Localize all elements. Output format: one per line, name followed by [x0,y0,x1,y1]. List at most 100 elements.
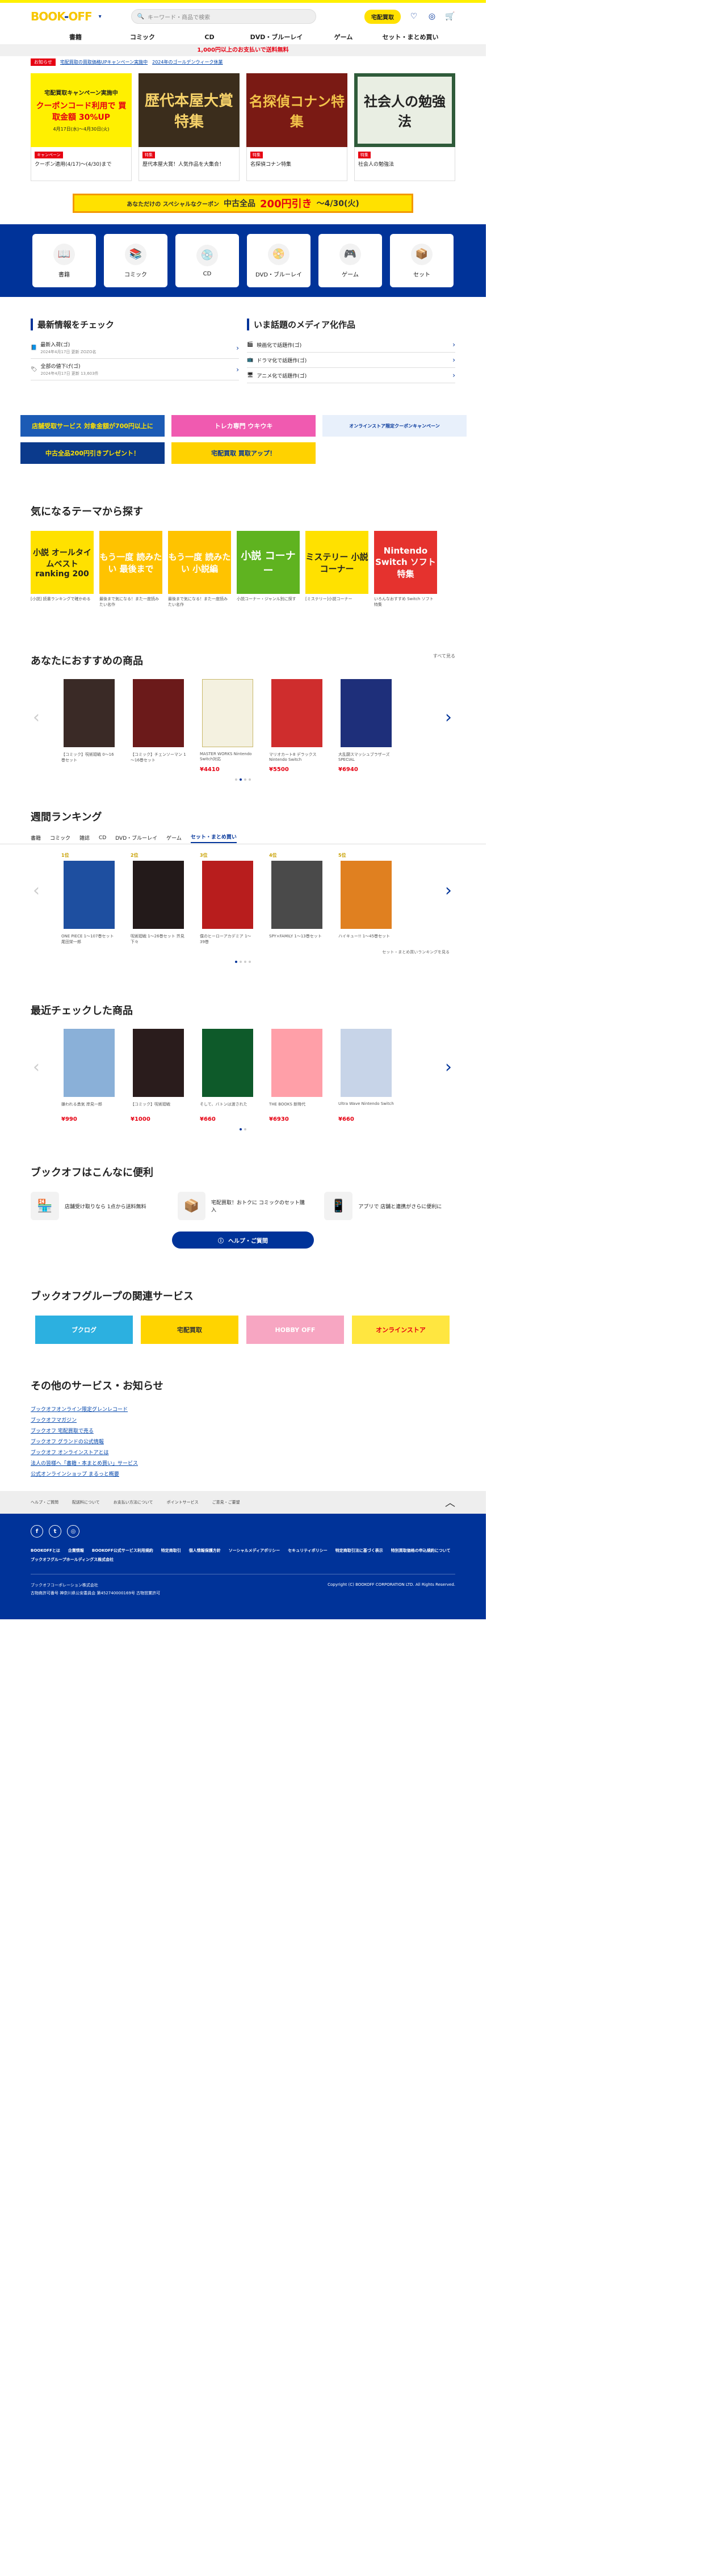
category-game[interactable]: 🎮 ゲーム [318,234,382,287]
chevron-left-icon[interactable]: ‹ [33,1057,40,1077]
gnav-dvd[interactable]: DVD・ブルーレイ [243,30,310,44]
chevron-left-icon[interactable]: ‹ [33,707,40,727]
product-card[interactable]: マリオカート8 デラックス Nintendo Switch ¥5500 [269,679,325,773]
heart-icon[interactable]: ♡ [409,11,419,22]
product-card[interactable]: 【コミック】チェンソーマン 1～16巻セット [131,679,186,773]
gnav-cd[interactable]: CD [176,30,243,44]
other-link[interactable]: ブックオフオンライン限定グレンレコード [31,1405,455,1413]
banner-conan[interactable]: 名探偵コナン特集 特集 名探偵コナン特集 [246,73,347,181]
other-link[interactable]: ブックオフ オンラインストアとは [31,1448,455,1456]
footer-link[interactable]: 特定商取引 [161,1548,181,1553]
tab-magazine[interactable]: 雑誌 [79,834,90,841]
theme-card[interactable]: ミステリー 小説コーナー [ミステリー]小説コーナー [305,531,368,608]
theme-card[interactable]: Nintendo Switch ソフト特集 いろんなおすすめ Switch ソフト… [374,531,437,608]
news-link[interactable]: 宅配買取の買取価格UPキャンペーン実施中 [60,59,148,65]
help-button[interactable]: ⓘ ヘルプ・ご質問 [172,1232,314,1249]
tab-dvd[interactable]: DVD・ブルーレイ [115,834,157,841]
group-service-banner[interactable]: 宅配買取 [141,1316,238,1344]
gnav-books[interactable]: 書籍 [42,30,109,44]
chevron-right-icon[interactable]: › [445,707,452,727]
tab-game[interactable]: ゲーム [166,834,182,841]
product-card[interactable]: 【コミック】呪術廻戦 ¥1000 [131,1029,186,1122]
footer-link[interactable]: ブックオフグループホールディングス株式会社 [31,1557,114,1563]
twitter-icon[interactable]: t [49,1525,61,1538]
footer-nav-link[interactable]: お支払い方法について [114,1499,153,1505]
delivery-buy-button[interactable]: 宅配買取 [364,9,401,24]
chevron-right-icon[interactable]: › [445,1057,452,1077]
product-card[interactable]: そして、バトンは渡された ¥660 [200,1029,255,1122]
ranking-more-link[interactable]: セット・まとめ買いランキングを見る [31,949,455,955]
product-card[interactable]: Ultra Wave Nintendo Switch ¥660 [338,1029,394,1122]
footer-link[interactable]: 特定商取引法に基づく表示 [335,1548,383,1553]
ad-banner[interactable]: トレカ専門 ウキウキ [171,415,316,437]
gnav-set[interactable]: セット・まとめ買い [377,30,444,44]
tab-comics[interactable]: コミック [50,834,70,841]
news-link[interactable]: 2024年のゴールデンウィーク休業 [152,59,223,65]
category-books[interactable]: 📖 書籍 [32,234,96,287]
other-link[interactable]: ブックオフ 宅配買取で売る [31,1427,455,1434]
group-service-banner[interactable]: HOBBY OFF [246,1316,344,1344]
info-row[interactable]: 🎬 映画化で話題作(ゴ) › [247,337,455,353]
gnav-game[interactable]: ゲーム [310,30,377,44]
chevron-left-icon[interactable]: ‹ [33,881,40,900]
ranking-card[interactable]: 4位 SPY×FAMILY 1～13巻セット [269,852,325,946]
banner-honyataisho[interactable]: 歴代本屋大賞特集 特集 歴代本屋大賞！人気作品を大集合！ [139,73,240,181]
see-all-link[interactable]: すべて見る [433,653,455,668]
banner-study[interactable]: 社会人の勉強法 特集 社会人の勉強法 [354,73,455,181]
footer-link[interactable]: 個人情報保護方針 [189,1548,221,1553]
product-card[interactable]: 大乱闘スマッシュブラザーズ SPECIAL ¥6940 [338,679,394,773]
footer-nav-link[interactable]: ポイントサービス [167,1499,199,1505]
chevron-right-icon[interactable]: › [445,881,452,900]
banner-campaign[interactable]: 宅配買取キャンペーン実施中 クーポンコード利用で 買取金額 30%UP 4月17… [31,73,132,181]
footer-nav-link[interactable]: ご意見・ご要望 [212,1499,240,1505]
footer-nav-link[interactable]: ヘルプ・ご質問 [31,1499,58,1505]
chevron-down-icon[interactable]: ▾ [99,14,102,20]
ad-banner[interactable]: オンラインストア限定クーポンキャンペーン [322,415,467,437]
footer-nav-link[interactable]: 配送料について [72,1499,100,1505]
product-card[interactable]: MASTER WORKS Nintendo Switch対応 ¥4410 [200,679,255,773]
ad-banner[interactable]: 宅配買取 買取アップ！ [171,442,316,464]
facebook-icon[interactable]: f [31,1525,43,1538]
theme-card[interactable]: もう一度 読みたい 小説編 最後まで気になる！また一度読みたい名作 [168,531,231,608]
ranking-card[interactable]: 3位 僕のヒーローアカデミア 1～39巻 [200,852,255,946]
other-link[interactable]: ブックオフ グランドの公式情報 [31,1438,455,1445]
tab-books[interactable]: 書籍 [31,834,41,841]
cart-icon[interactable]: 🛒 [445,11,455,22]
footer-link[interactable]: 企業情報 [68,1548,84,1553]
category-cd[interactable]: 💿 CD [175,234,239,287]
footer-link[interactable]: 特別買取価格の申込規約について [391,1548,451,1553]
bookoff-logo[interactable]: BOOK-OFF [31,10,93,23]
other-link[interactable]: 法人の皆様へ「書籍・本まとめ買い」サービス [31,1459,455,1467]
footer-link[interactable]: BOOKOFF公式サービス利用規約 [92,1548,153,1553]
footer-link[interactable]: ソーシャルメディアポリシー [229,1548,280,1553]
category-comics[interactable]: 📚 コミック [104,234,167,287]
other-link[interactable]: 公式オンラインショップ まるっと概要 [31,1470,455,1477]
ranking-card[interactable]: 1位 ONE PIECE 1～107巻セット 尾田栄一郎 [61,852,117,946]
tab-set[interactable]: セット・まとめ買い [190,833,237,843]
category-set[interactable]: 📦 セット [390,234,454,287]
info-row[interactable]: 📘 最新入荷(ゴ) 2024年4月17日 更新 ZOZO名 › [31,337,239,359]
info-row[interactable]: 🏷 全部の値下げ(ゴ) 2024年4月17日 更新 13,603件 › [31,359,239,380]
product-card[interactable]: 嫌われる勇気 岸見一郎 ¥990 [61,1029,117,1122]
instagram-icon[interactable]: ◎ [67,1525,79,1538]
product-card[interactable]: 【コミック】呪術廻戦 0～16巻セット [61,679,117,773]
gnav-comics[interactable]: コミック [109,30,176,44]
user-icon[interactable]: ◎ [427,11,437,22]
info-row[interactable]: 🖥 アニメ化で話題作(ゴ) › [247,368,455,383]
group-service-banner[interactable]: ブクログ [35,1316,133,1344]
ad-banner[interactable]: 中古全品200円引きプレゼント！ [20,442,165,464]
coupon-banner[interactable]: あなただけの スペシャルなクーポン 中古全品 200円引き ～4/30(火) [73,194,413,213]
back-to-top-icon[interactable]: ︿ [445,1495,455,1510]
footer-link[interactable]: セキュリティポリシー [288,1548,328,1553]
info-row[interactable]: 📺 ドラマ化で話題作(ゴ) › [247,353,455,368]
ad-banner[interactable]: 店舗受取サービス 対象金額が700円以上に [20,415,165,437]
other-link[interactable]: ブックオフマガジン [31,1416,455,1423]
group-service-banner[interactable]: オンラインストア [352,1316,450,1344]
product-card[interactable]: THE BOOKS 新時代 ¥6930 [269,1029,325,1122]
theme-card[interactable]: 小説 コーナー 小説コーナー・ジャンル別に探す [237,531,300,608]
ranking-card[interactable]: 2位 呪術廻戦 1～26巻セット 芥見下々 [131,852,186,946]
tab-cd[interactable]: CD [99,835,106,841]
ranking-card[interactable]: 5位 ハイキュー!! 1～45巻セット [338,852,394,946]
theme-card[interactable]: もう一度 読みたい 最後まで 最後まで気になる！また一度読みたい名作 [99,531,162,608]
footer-link[interactable]: BOOKOFFとは [31,1548,60,1553]
